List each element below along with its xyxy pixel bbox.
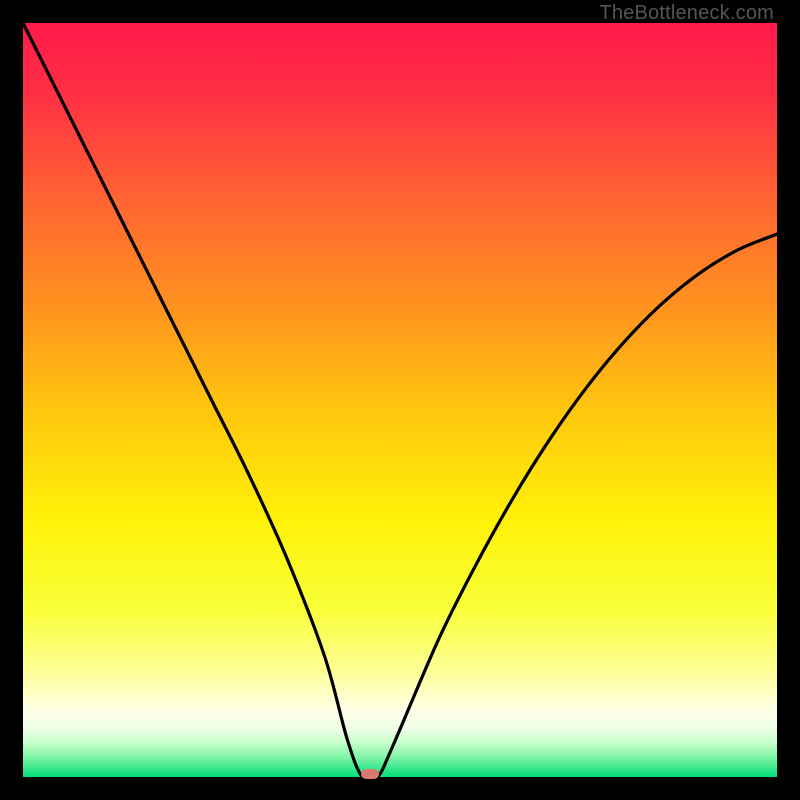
bottleneck-curve — [23, 23, 777, 777]
chart-frame — [23, 23, 777, 777]
watermark-text: TheBottleneck.com — [599, 2, 774, 25]
optimal-point-marker — [361, 769, 379, 779]
